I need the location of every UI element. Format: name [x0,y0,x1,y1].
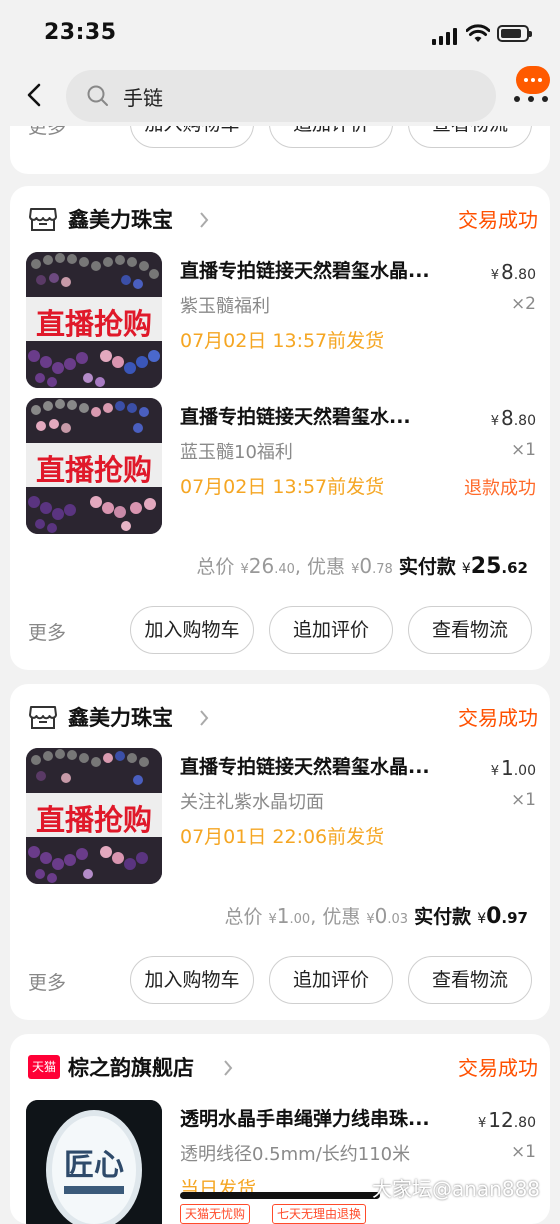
ship-deadline: 07月02日 13:57前发货 [180,476,385,498]
back-arrow-icon[interactable] [22,82,48,108]
ship-deadline: 07月01日 22:06前发货 [180,826,385,848]
order-item[interactable]: 直播抢购 直播专拍链接天然碧玺水... ¥8.80 蓝玉髓10福利 ×1 07月… [26,398,536,534]
order-item[interactable]: 直播抢购 直播专拍链接天然碧玺水晶... ¥1.00 关注礼紫水晶切面 ×1 0… [26,748,536,884]
tmall-badge: 天猫 [28,1055,60,1079]
thumbnail-banner-text: 直播抢购 [35,307,152,341]
order-card[interactable]: 鑫美力珠宝 交易成功 直播抢购 直播专拍链接天然碧玺水晶... ¥1.00 关注… [10,684,550,1020]
chevron-right-icon [200,710,209,726]
product-price: ¥1.00 [490,756,536,780]
product-spec: 透明线径0.5mm/长约110米 [180,1144,411,1165]
status-bar: 23:35 [0,0,560,64]
product-price: ¥12.80 [478,1108,536,1132]
promo-tag: 七天无理由退换 [272,1204,367,1224]
product-title[interactable]: 直播专拍链接天然碧玺水... [180,402,470,429]
shop-name: 鑫美力珠宝 [68,706,173,730]
refund-status[interactable]: 退款成功 [464,474,536,500]
product-quantity: ×1 [510,1142,536,1162]
view-logistics-button[interactable]: 查看物流 [408,956,532,1004]
order-actions: 更多 加入购物车 追加评价 查看物流 [28,956,532,1006]
add-to-cart-button[interactable]: 加入购物车 [130,606,254,654]
product-title[interactable]: 透明水晶手串绳弹力线串珠... [180,1104,470,1131]
order-summary: 总价 ¥26.40, 优惠 ¥0.78 实付款 ¥25.62 [196,554,528,579]
nav-bar: 手链 [0,64,560,126]
product-price: ¥8.80 [490,260,536,284]
more-link[interactable]: 更多 [28,618,66,645]
shop-icon [29,706,57,729]
home-indicator[interactable] [180,1192,380,1199]
product-title[interactable]: 直播专拍链接天然碧玺水晶... [180,752,470,779]
wifi-icon [466,24,490,42]
product-quantity: ×1 [510,790,536,810]
ship-deadline: 07月02日 13:57前发货 [180,330,385,352]
promo-tag: 天猫无忧购 [180,1204,251,1224]
product-price: ¥8.80 [490,406,536,430]
shop-header[interactable]: 鑫美力珠宝 交易成功 [28,702,538,732]
product-spec: 紫玉髓福利 [180,296,270,317]
chevron-right-icon [224,1060,233,1076]
product-spec: 蓝玉髓10福利 [180,442,293,463]
view-logistics-button[interactable]: 查看物流 [408,606,532,654]
chevron-right-icon [200,212,209,228]
thumbnail-banner-text: 直播抢购 [35,803,152,837]
cellular-signal-icon [432,27,458,45]
shop-icon [29,208,57,231]
product-thumbnail[interactable]: 直播抢购 [26,748,162,884]
order-actions: 更多 加入购物车 追加评价 查看物流 [28,606,532,656]
shop-header[interactable]: 鑫美力珠宝 交易成功 [28,204,538,234]
add-to-cart-button[interactable]: 加入购物车 [130,956,254,1004]
clock: 23:35 [44,20,117,45]
battery-icon [497,25,532,42]
watermark: 大家坛@anan888 [372,1177,541,1201]
add-review-button[interactable]: 追加评价 [269,606,393,654]
more-link[interactable]: 更多 [28,968,66,995]
product-thumbnail[interactable]: 直播抢购 [26,252,162,388]
more-menu-icon[interactable] [512,66,552,106]
thumbnail-banner-text: 直播抢购 [35,453,152,487]
product-thumbnail[interactable]: 匠心 [26,1100,162,1224]
order-card[interactable]: 鑫美力珠宝 交易成功 直播抢购 直播专拍链接天然碧玺水晶... ¥8.80 紫玉… [10,186,550,670]
search-icon [87,85,108,106]
search-query: 手链 [123,86,163,110]
order-status: 交易成功 [458,208,538,232]
search-input[interactable]: 手链 [66,70,496,122]
order-summary: 总价 ¥1.00, 优惠 ¥0.03 实付款 ¥0.97 [224,904,528,929]
thumbnail-logo-text: 匠心 [64,1148,124,1183]
product-title[interactable]: 直播专拍链接天然碧玺水晶... [180,256,470,283]
product-quantity: ×1 [510,440,536,460]
add-review-button[interactable]: 追加评价 [269,956,393,1004]
shop-header[interactable]: 天猫 棕之韵旗舰店 交易成功 [28,1052,538,1082]
product-spec: 关注礼紫水晶切面 [180,792,324,813]
order-item[interactable]: 匠心 透明水晶手串绳弹力线串珠... ¥12.80 透明线径0.5mm/长约11… [26,1100,536,1224]
shop-name: 棕之韵旗舰店 [68,1056,194,1080]
order-status: 交易成功 [458,706,538,730]
promo-tags: 天猫无忧购 七天无理由退换 [180,1204,480,1224]
order-item[interactable]: 直播抢购 直播专拍链接天然碧玺水晶... ¥8.80 紫玉髓福利 ×2 07月0… [26,252,536,388]
order-status: 交易成功 [458,1056,538,1080]
shop-name: 鑫美力珠宝 [68,208,173,232]
product-quantity: ×2 [510,294,536,314]
product-thumbnail[interactable]: 直播抢购 [26,398,162,534]
